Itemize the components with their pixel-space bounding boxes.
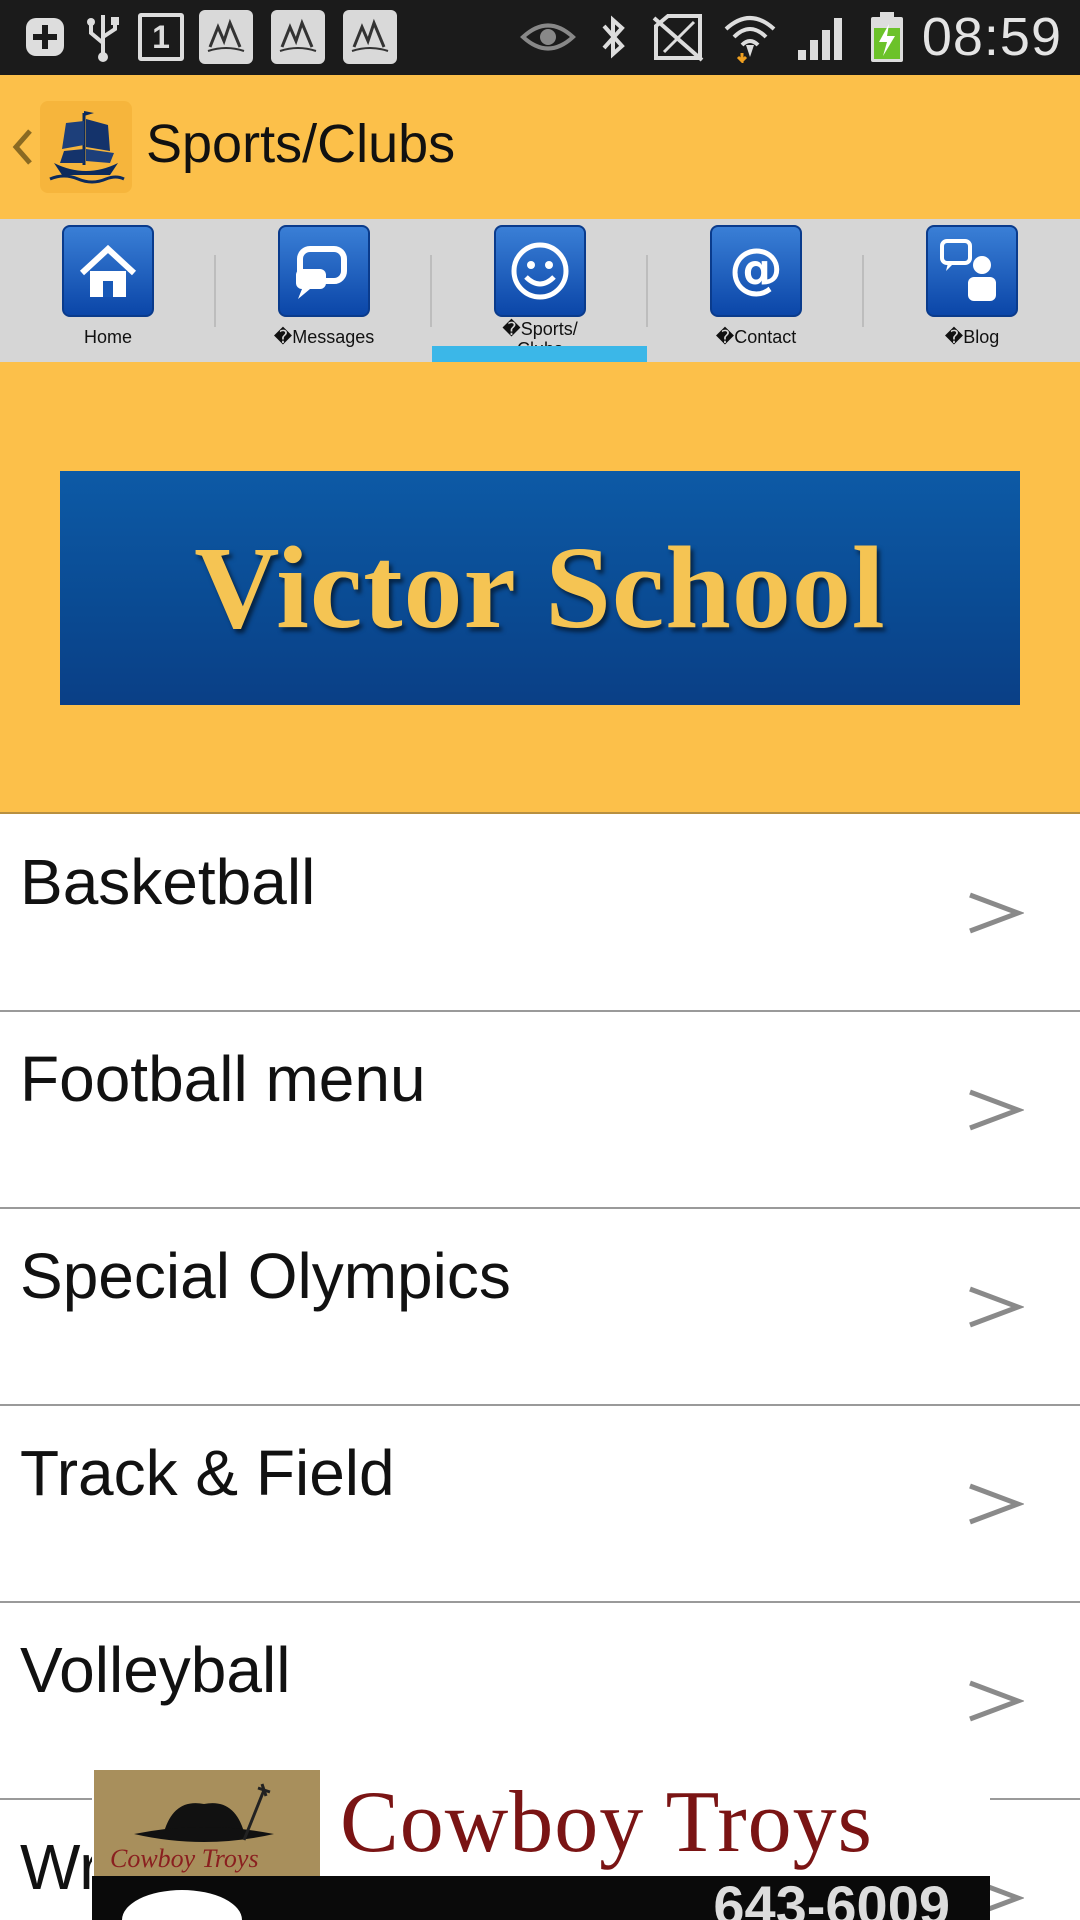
tab-messages[interactable]: �Messages xyxy=(216,219,432,362)
chat-bubble-icon xyxy=(278,225,370,317)
list-item-label: Wr xyxy=(20,1831,101,1903)
list-item-label: Special Olympics xyxy=(20,1240,511,1312)
battery-charging-icon xyxy=(864,8,910,66)
home-icon xyxy=(62,225,154,317)
calendar-icon: 1 xyxy=(138,8,184,66)
chevron-right-icon xyxy=(964,883,1026,943)
app-notification-icon xyxy=(268,8,328,66)
tab-bar: Home �Messages �Sports/ Clubs @ �Contact… xyxy=(0,219,1080,362)
selected-tab-indicator xyxy=(432,346,647,362)
list-item-special-olympics[interactable]: Special Olympics xyxy=(0,1209,1080,1406)
school-banner: Victor School xyxy=(60,471,1020,705)
tab-label: �Contact xyxy=(715,327,797,347)
tab-home[interactable]: Home xyxy=(0,219,216,362)
notification-icons: 1 xyxy=(22,8,400,66)
signal-icon xyxy=(792,8,852,66)
smiley-icon xyxy=(494,225,586,317)
app-notification-icon xyxy=(340,8,400,66)
no-sim-icon xyxy=(648,8,708,66)
cowboy-hat-logo-icon: Cowboy Troys xyxy=(94,1770,320,1880)
action-bar: Sports/Clubs xyxy=(0,75,1080,219)
plus-icon xyxy=(22,8,68,66)
banner-area: Victor School xyxy=(0,362,1080,814)
list-item-label: Football menu xyxy=(20,1043,426,1115)
tab-contact[interactable]: @ �Contact xyxy=(648,219,864,362)
status-bar: 1 08:59 xyxy=(0,0,1080,75)
page-title: Sports/Clubs xyxy=(146,114,456,174)
tab-label: �Blog xyxy=(944,327,1000,347)
list-item-label: Basketball xyxy=(20,846,316,918)
list-item-track-field[interactable]: Track & Field xyxy=(0,1406,1080,1603)
ad-title: Cowboy Troys xyxy=(340,1774,873,1871)
system-status-icons: 08:59 xyxy=(518,7,1062,67)
tab-label: Home xyxy=(83,327,132,347)
list-item-basketball[interactable]: Basketball xyxy=(0,815,1080,1012)
chevron-right-icon xyxy=(964,1080,1026,1140)
list-item-label: Track & Field xyxy=(20,1437,395,1509)
chevron-right-icon xyxy=(964,1671,1026,1731)
pirate-ship-icon[interactable] xyxy=(40,101,132,193)
tab-blog[interactable]: �Blog xyxy=(864,219,1080,362)
wifi-icon xyxy=(720,8,780,66)
clock: 08:59 xyxy=(921,7,1062,67)
eye-icon xyxy=(518,8,578,66)
chevron-left-icon[interactable] xyxy=(8,117,36,177)
chevron-right-icon xyxy=(964,1277,1026,1337)
bluetooth-icon xyxy=(590,8,636,66)
person-chat-icon xyxy=(926,225,1018,317)
sports-list: Basketball Football menu Special Olympic… xyxy=(0,815,1080,1920)
chevron-right-icon xyxy=(964,1474,1026,1534)
svg-text:@: @ xyxy=(729,237,783,300)
ad-banner[interactable]: Cowboy Troys Cowboy Troys 643-6009 xyxy=(92,1768,990,1920)
app-notification-icon xyxy=(196,8,256,66)
ad-phone: 643-6009 xyxy=(713,1874,950,1920)
list-item-football-menu[interactable]: Football menu xyxy=(0,1012,1080,1209)
tab-label-line-1: �Sports/ xyxy=(502,319,578,339)
list-item-label: Volleyball xyxy=(20,1634,291,1706)
tab-sports-clubs[interactable]: �Sports/ Clubs xyxy=(432,219,648,362)
ad-logo-text: Cowboy Troys xyxy=(110,1844,259,1873)
usb-icon xyxy=(80,8,126,66)
banner-title: Victor School xyxy=(194,522,886,653)
at-sign-icon: @ xyxy=(710,225,802,317)
tab-label: �Messages xyxy=(273,327,375,347)
